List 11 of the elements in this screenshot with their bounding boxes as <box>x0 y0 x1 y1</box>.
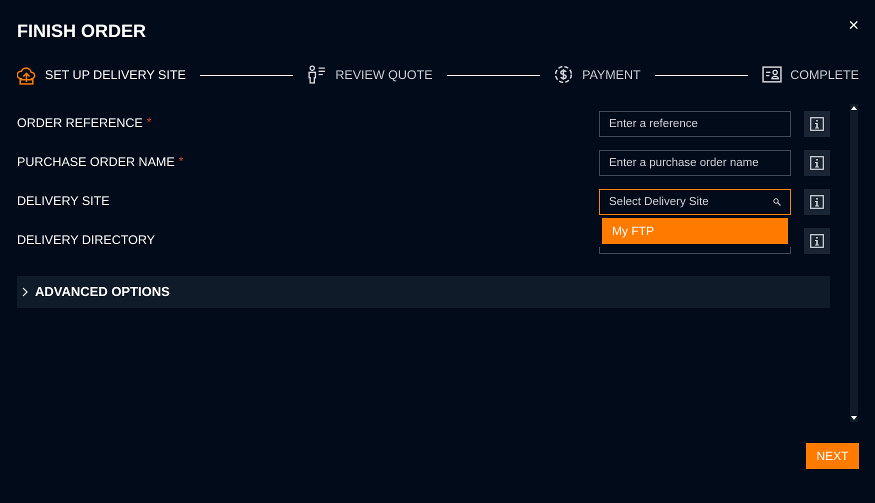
step-label: COMPLETE <box>790 66 859 84</box>
field-label: DELIVERY DIRECTORY <box>17 232 156 250</box>
step-label: SET UP DELIVERY SITE <box>45 66 186 84</box>
field-label: ORDER REFERENCE <box>17 115 143 132</box>
field-label: DELIVERY SITE <box>17 193 111 210</box>
required-mark: * <box>146 114 152 131</box>
dialog-title: FINISH ORDER <box>17 20 146 42</box>
required-mark: * <box>178 153 184 170</box>
field-label: PURCHASE ORDER NAME <box>17 154 175 172</box>
step-label: REVIEW QUOTE <box>335 66 433 84</box>
step-label: PAYMENT <box>582 66 641 84</box>
